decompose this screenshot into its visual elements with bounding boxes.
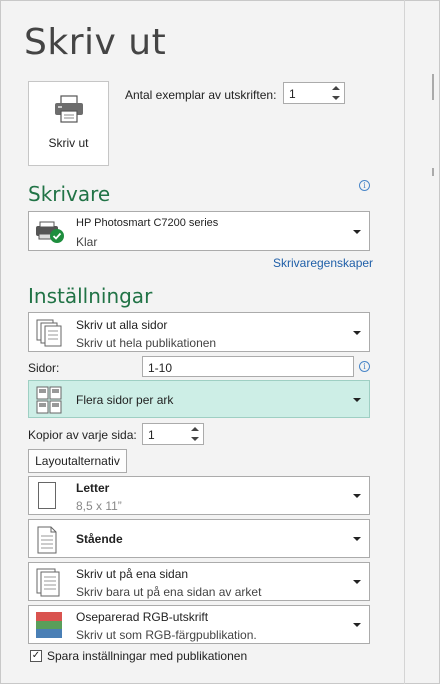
page-icon	[38, 482, 56, 509]
paper-size-subtitle: 8,5 x 11”	[76, 499, 122, 513]
copies-value: 1	[289, 87, 296, 101]
layout-title: Flera sidor per ark	[76, 393, 174, 407]
rgb-color-icon	[36, 612, 62, 638]
portrait-page-icon	[37, 526, 57, 554]
copies-per-page-label: Kopior av varje sida:	[28, 428, 137, 442]
pages-stack-icon	[36, 319, 62, 347]
printer-ready-icon	[36, 221, 64, 243]
stepper-down-icon[interactable]	[332, 96, 340, 100]
printer-icon	[55, 95, 83, 123]
color-title: Oseparerad RGB-utskrift	[76, 610, 209, 624]
paper-size-dropdown[interactable]: Letter 8,5 x 11”	[28, 476, 370, 515]
printer-heading: Skrivare	[28, 182, 111, 206]
orientation-dropdown[interactable]: Stående	[28, 519, 370, 558]
preview-divider	[404, 0, 405, 684]
save-settings-checkbox[interactable]: ✓	[30, 650, 42, 662]
print-button-label: Skriv ut	[48, 136, 89, 150]
one-sided-icon	[36, 568, 60, 597]
copies-stepper[interactable]: 1	[283, 82, 345, 104]
color-subtitle: Skriv ut som RGB-färgpublikation.	[76, 628, 257, 642]
layout-options-button[interactable]: Layoutalternativ	[28, 449, 127, 473]
printer-status: Klar	[76, 235, 98, 249]
stepper-down-icon[interactable]	[191, 437, 199, 441]
stepper-arrows[interactable]	[328, 83, 344, 103]
preview-edge-mark	[432, 74, 434, 100]
print-range-title: Skriv ut alla sidor	[76, 318, 168, 332]
print-range-subtitle: Skriv ut hela publikationen	[76, 336, 217, 350]
info-icon[interactable]: i	[359, 180, 370, 191]
pages-label: Sidor:	[28, 361, 60, 375]
orientation-title: Stående	[76, 532, 123, 546]
sides-title: Skriv ut på ena sidan	[76, 567, 189, 581]
stepper-up-icon[interactable]	[191, 427, 199, 431]
color-dropdown[interactable]: Oseparerad RGB-utskrift Skriv ut som RGB…	[28, 605, 370, 644]
settings-heading: Inställningar	[28, 284, 153, 308]
chevron-down-icon	[353, 580, 361, 584]
chevron-down-icon	[353, 331, 361, 335]
layout-dropdown[interactable]: Flera sidor per ark	[28, 380, 370, 418]
paper-size-title: Letter	[76, 481, 110, 495]
print-button[interactable]: Skriv ut	[28, 81, 109, 166]
sides-dropdown[interactable]: Skriv ut på ena sidan Skriv bara ut på e…	[28, 562, 370, 601]
chevron-down-icon	[353, 623, 361, 627]
copies-per-page-stepper[interactable]: 1	[142, 423, 204, 445]
printer-dropdown[interactable]: HP Photosmart C7200 series Klar	[28, 211, 370, 251]
copies-per-page-value: 1	[148, 428, 155, 442]
chevron-down-icon	[353, 494, 361, 498]
preview-edge-mark	[432, 168, 434, 176]
copies-label: Antal exemplar av utskriften:	[125, 88, 277, 102]
sides-subtitle: Skriv bara ut på ena sidan av arket	[76, 585, 262, 599]
printer-name: HP Photosmart C7200 series	[76, 217, 219, 229]
stepper-up-icon[interactable]	[332, 86, 340, 90]
pages-input[interactable]: 1-10	[142, 356, 354, 377]
stepper-arrows[interactable]	[187, 424, 203, 444]
printer-properties-link[interactable]: Skrivaregenskaper	[273, 256, 373, 270]
print-range-dropdown[interactable]: Skriv ut alla sidor Skriv ut hela publik…	[28, 312, 370, 352]
chevron-down-icon	[353, 230, 361, 234]
multiple-pages-icon	[36, 386, 62, 414]
info-icon[interactable]: i	[359, 361, 370, 372]
pages-value: 1-10	[148, 361, 173, 375]
chevron-down-icon	[353, 398, 361, 402]
save-settings-label[interactable]: Spara inställningar med publikationen	[47, 649, 247, 663]
chevron-down-icon	[353, 537, 361, 541]
page-title: Skriv ut	[24, 22, 167, 63]
checkmark-icon: ✓	[31, 650, 41, 661]
